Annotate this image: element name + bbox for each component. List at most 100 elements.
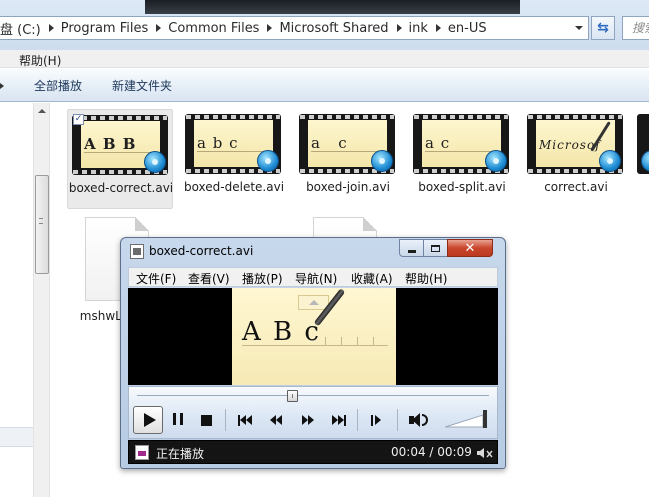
file-item-partial[interactable] bbox=[635, 109, 649, 179]
file-name: boxed-join.avi bbox=[306, 180, 390, 194]
scroll-up-icon[interactable] bbox=[38, 109, 46, 113]
control-divider bbox=[397, 409, 398, 431]
file-item-boxed-join[interactable]: a c boxed-join.avi bbox=[295, 109, 401, 209]
media-player-window[interactable]: boxed-correct.avi ✕ 文件(F) 查看(V) 播放(P) 导航… bbox=[120, 237, 506, 469]
stop-icon bbox=[200, 414, 212, 426]
file-name: boxed-correct.avi bbox=[68, 181, 174, 195]
seek-bar[interactable] bbox=[137, 395, 489, 396]
refresh-icon: ⇆ bbox=[597, 20, 609, 36]
pause-button[interactable] bbox=[167, 407, 189, 433]
video-box-guides bbox=[325, 337, 389, 345]
film-holes bbox=[300, 115, 394, 119]
video-thumbnail: A B B bbox=[72, 115, 168, 175]
player-menu-bar: 文件(F) 查看(V) 播放(P) 导航(N) 收藏(A) 帮助(H) bbox=[128, 267, 498, 287]
film-holes bbox=[528, 115, 622, 119]
menu-navigate[interactable]: 导航(N) bbox=[295, 270, 337, 287]
video-reel-icon bbox=[599, 150, 621, 172]
chevron-down-icon bbox=[575, 26, 583, 30]
video-area[interactable]: A B c bbox=[128, 288, 498, 385]
close-button[interactable]: ✕ bbox=[447, 239, 493, 257]
new-folder-button[interactable]: 新建文件夹 bbox=[112, 77, 172, 94]
player-title-bar[interactable]: boxed-correct.avi ✕ bbox=[121, 238, 505, 265]
play-button[interactable] bbox=[133, 406, 163, 434]
maximize-icon bbox=[431, 244, 440, 252]
address-history-dropdown[interactable] bbox=[569, 17, 589, 39]
breadcrumb-separator-icon[interactable] bbox=[396, 24, 402, 32]
breadcrumb-microsoft-shared[interactable]: Microsoft Shared bbox=[279, 21, 388, 36]
thumbnail-text: A B B bbox=[84, 135, 137, 153]
control-divider bbox=[225, 409, 226, 431]
maximize-button[interactable] bbox=[423, 239, 447, 257]
close-icon: ✕ bbox=[464, 240, 476, 256]
seek-handle[interactable] bbox=[287, 390, 298, 402]
menu-play[interactable]: 播放(P) bbox=[242, 270, 283, 287]
thumbnail-text: a c bbox=[425, 134, 451, 152]
volume-handle[interactable] bbox=[483, 410, 487, 428]
play-icon bbox=[143, 413, 156, 427]
menu-file[interactable]: 文件(F) bbox=[136, 270, 176, 287]
previous-button[interactable] bbox=[233, 407, 257, 433]
file-name: correct.avi bbox=[544, 180, 608, 194]
video-thumbnail: a c bbox=[299, 114, 395, 174]
minimize-icon bbox=[407, 249, 416, 253]
menu-favorites[interactable]: 收藏(A) bbox=[351, 270, 393, 287]
play-all-button[interactable]: 全部播放 bbox=[34, 77, 82, 94]
navigation-pane-item[interactable] bbox=[0, 427, 33, 447]
vertical-scrollbar[interactable] bbox=[33, 103, 50, 497]
explorer-menu-bar: 帮助(H) bbox=[0, 50, 649, 68]
speaker-mute-icon[interactable] bbox=[477, 447, 493, 459]
fast-forward-button[interactable] bbox=[297, 407, 319, 433]
video-reel-icon bbox=[641, 150, 649, 172]
playback-time: 00:04 / 00:09 bbox=[391, 445, 472, 459]
menu-help[interactable]: 帮助(H) bbox=[19, 52, 61, 69]
video-reel-icon bbox=[257, 150, 279, 172]
rewind-button[interactable] bbox=[265, 407, 287, 433]
explorer-command-bar: 全部播放 新建文件夹 bbox=[0, 69, 649, 102]
thumbnail-text: a c bbox=[311, 134, 348, 152]
frame-step-button[interactable] bbox=[365, 407, 387, 433]
file-name: boxed-delete.avi bbox=[183, 180, 285, 194]
file-name: boxed-split.avi bbox=[418, 180, 506, 194]
file-item-boxed-correct[interactable]: A B B ✓ boxed-correct.avi bbox=[67, 109, 173, 209]
video-reel-icon bbox=[144, 151, 166, 173]
volume-slider[interactable] bbox=[445, 409, 489, 429]
player-controls bbox=[128, 386, 498, 439]
film-holes bbox=[186, 115, 280, 119]
breadcrumb-separator-icon[interactable] bbox=[156, 24, 162, 32]
minimize-button[interactable] bbox=[399, 239, 423, 257]
frame-step-icon bbox=[371, 414, 373, 426]
video-reel-icon bbox=[485, 150, 507, 172]
video-baseline bbox=[242, 345, 388, 346]
file-item-correct[interactable]: Microsof correct.avi bbox=[523, 109, 629, 209]
player-status-bar: 正在播放 00:04 / 00:09 bbox=[128, 440, 498, 464]
menu-view[interactable]: 查看(V) bbox=[188, 270, 230, 287]
breadcrumb-drive[interactable]: 盘 (C:) bbox=[0, 19, 41, 38]
scrollbar-thumb[interactable] bbox=[35, 175, 49, 274]
breadcrumb-common-files[interactable]: Common Files bbox=[168, 21, 259, 36]
file-item-boxed-delete[interactable]: a b c boxed-delete.avi bbox=[181, 109, 287, 209]
breadcrumb-separator-icon[interactable] bbox=[267, 24, 273, 32]
item-checkbox[interactable]: ✓ bbox=[73, 114, 84, 125]
chevron-right-icon[interactable] bbox=[0, 83, 4, 89]
refresh-button[interactable]: ⇆ bbox=[591, 16, 615, 40]
video-frame: A B c bbox=[232, 288, 396, 385]
media-file-icon bbox=[135, 445, 149, 460]
breadcrumb-ink[interactable]: ink bbox=[409, 21, 428, 36]
chevron-up-icon bbox=[308, 300, 319, 305]
video-thumbnail: a c bbox=[413, 114, 509, 174]
thumbnail-text: a b c bbox=[197, 134, 239, 152]
search-input[interactable]: 搜索 bbox=[622, 16, 649, 40]
mute-button[interactable] bbox=[405, 407, 431, 433]
file-item-boxed-split[interactable]: a c boxed-split.avi bbox=[409, 109, 515, 209]
video-thumbnail bbox=[637, 114, 649, 174]
breadcrumb-separator-icon[interactable] bbox=[435, 24, 441, 32]
video-handwriting: A B c bbox=[242, 317, 321, 347]
breadcrumb-separator-icon[interactable] bbox=[48, 24, 54, 32]
menu-help[interactable]: 帮助(H) bbox=[405, 270, 447, 287]
next-button[interactable] bbox=[327, 407, 351, 433]
stop-button[interactable] bbox=[195, 407, 217, 433]
window-edge-band bbox=[145, 0, 520, 14]
address-bar[interactable]: 盘 (C:) Program Files Common Files Micros… bbox=[0, 16, 589, 40]
breadcrumb-program-files[interactable]: Program Files bbox=[61, 21, 149, 36]
breadcrumb-en-us[interactable]: en-US bbox=[448, 21, 487, 36]
